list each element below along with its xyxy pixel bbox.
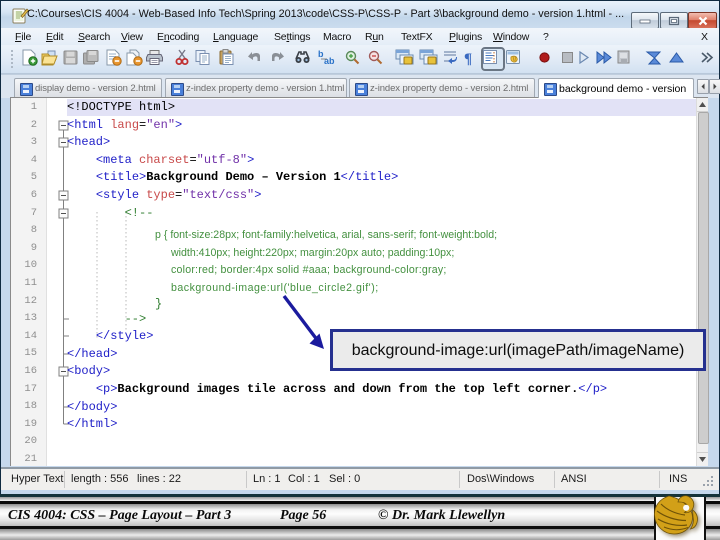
svg-text:ab: ab — [324, 56, 335, 66]
svg-text:¶: ¶ — [464, 51, 472, 66]
